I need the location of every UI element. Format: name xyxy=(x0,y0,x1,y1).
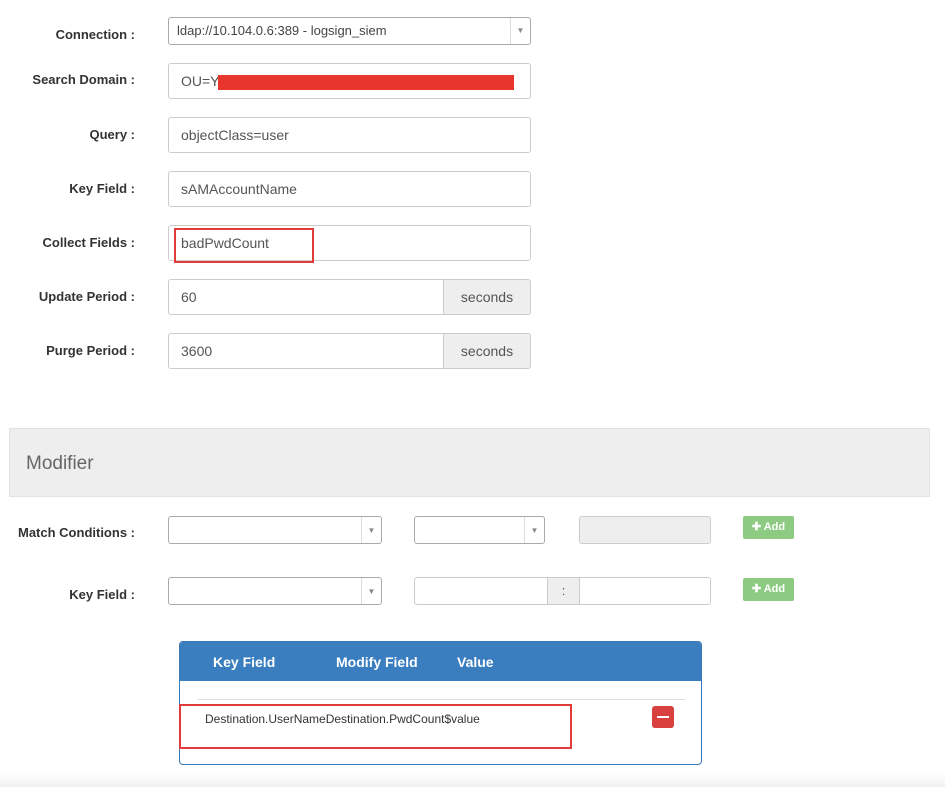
add-match-condition-label: Add xyxy=(763,521,786,533)
key-field-label: Key Field : xyxy=(69,181,135,196)
modifier-section-header: Modifier xyxy=(9,428,930,497)
update-period-value: 60 xyxy=(181,289,197,305)
page-bottom-edge xyxy=(0,772,945,787)
modify-field-input[interactable] xyxy=(415,578,547,604)
purge-period-input[interactable]: 3600 seconds xyxy=(168,333,531,369)
key-field-input[interactable]: sAMAccountName xyxy=(168,171,531,207)
modifier-key-field-label: Key Field : xyxy=(69,587,135,602)
connection-select[interactable]: ldap://10.104.0.6:389 - logsign_siem ▼ xyxy=(168,17,531,45)
highlight-box-collect-fields xyxy=(174,228,314,263)
chevron-down-icon: ▼ xyxy=(361,517,381,543)
chevron-down-icon: ▼ xyxy=(510,18,530,44)
plus-icon: ✚ xyxy=(751,583,762,595)
key-field-value: sAMAccountName xyxy=(181,181,297,197)
update-period-unit: seconds xyxy=(443,280,530,314)
match-conditions-label: Match Conditions : xyxy=(18,525,135,540)
query-input[interactable]: objectClass=user xyxy=(168,117,531,153)
update-period-label: Update Period : xyxy=(38,289,135,304)
modifier-title: Modifier xyxy=(26,453,94,474)
table-header: Key Field Modify Field Value xyxy=(180,642,701,681)
modifier-key-field-select[interactable]: ▼ xyxy=(168,577,382,605)
add-key-field-button[interactable]: ✚ Add xyxy=(743,578,794,601)
highlight-box-table-row xyxy=(179,704,572,749)
redaction-mark xyxy=(218,75,514,90)
connection-select-value: ldap://10.104.0.6:389 - logsign_siem xyxy=(177,23,387,38)
remove-row-button[interactable] xyxy=(652,706,674,728)
purge-period-value: 3600 xyxy=(181,343,213,359)
column-header-key-field: Key Field xyxy=(213,654,276,670)
add-match-condition-button[interactable]: ✚ Add xyxy=(743,516,794,539)
chevron-down-icon: ▼ xyxy=(361,578,381,604)
purge-period-unit: seconds xyxy=(443,334,530,368)
table-divider xyxy=(198,699,685,700)
query-label: Query : xyxy=(89,127,135,142)
match-operator-select[interactable]: ▼ xyxy=(414,516,545,544)
search-domain-value: OU=Y xyxy=(181,73,220,89)
chevron-down-icon: ▼ xyxy=(524,517,544,543)
column-header-modify-field: Modify Field xyxy=(336,654,418,670)
column-header-value: Value xyxy=(457,654,494,670)
modify-value-input[interactable] xyxy=(580,578,710,604)
plus-icon: ✚ xyxy=(751,521,762,533)
match-value-input[interactable] xyxy=(579,516,711,544)
connection-label: Connection : xyxy=(55,27,135,42)
match-field-select[interactable]: ▼ xyxy=(168,516,382,544)
modify-field-value-group: : xyxy=(414,577,711,605)
update-period-input[interactable]: 60 seconds xyxy=(168,279,531,315)
separator-addon: : xyxy=(547,578,580,604)
purge-period-label: Purge Period : xyxy=(46,343,135,358)
add-key-field-label: Add xyxy=(763,583,786,595)
query-value: objectClass=user xyxy=(181,127,289,143)
search-domain-label: Search Domain : xyxy=(32,72,135,87)
collect-fields-label: Collect Fields : xyxy=(42,235,135,250)
